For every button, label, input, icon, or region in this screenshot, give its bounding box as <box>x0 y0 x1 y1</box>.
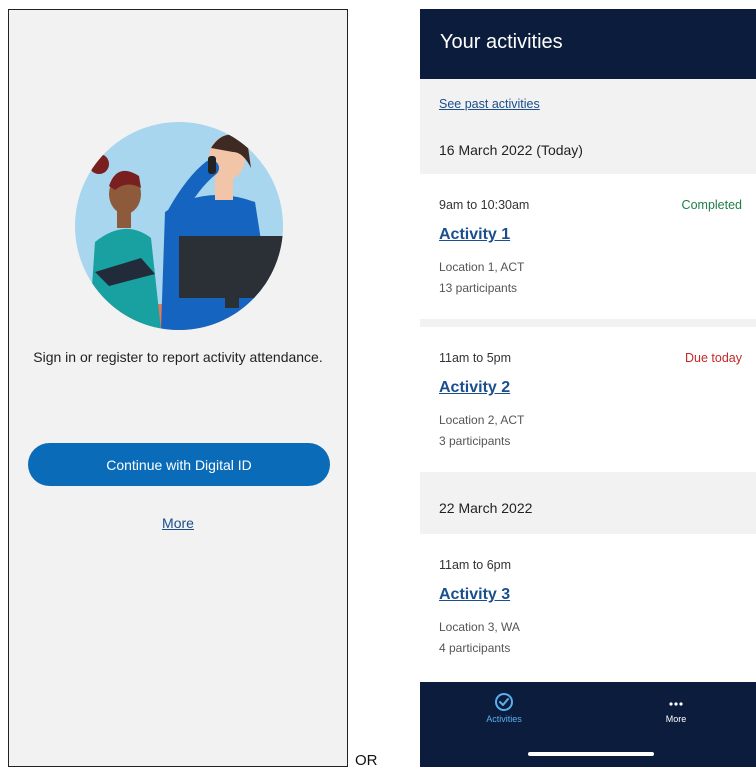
activity-card[interactable]: 11am to 5pm Due today Activity 2 Locatio… <box>420 327 756 472</box>
activity-participants: 13 participants <box>439 281 518 295</box>
activity-location: Location 2, ACT <box>439 413 525 427</box>
tab-label: More <box>665 714 687 724</box>
tab-activities[interactable]: Activities <box>454 692 554 724</box>
ellipsis-icon <box>669 702 683 706</box>
activity-participants: 3 participants <box>439 434 511 448</box>
activity-participants: 4 participants <box>439 641 511 655</box>
activity-location: Location 1, ACT <box>439 260 525 274</box>
activity-name-link[interactable]: Activity 2 <box>439 379 510 397</box>
people-at-computer-illustration <box>75 122 283 330</box>
sign-in-message: Sign in or register to report activity a… <box>33 349 323 365</box>
tab-more[interactable]: More <box>626 692 726 724</box>
status-badge: Completed <box>681 198 742 212</box>
activity-card[interactable]: 11am to 6pm Activity 3 Location 3, WA 4 … <box>420 534 756 682</box>
status-badge: Due today <box>685 351 742 365</box>
activity-time: 9am to 10:30am <box>439 198 530 212</box>
date-heading: 16 March 2022 (Today) <box>439 142 583 158</box>
bottom-tab-bar: Activities More <box>420 682 756 767</box>
activity-name-link[interactable]: Activity 1 <box>439 226 510 244</box>
sign-in-screen: Sign in or register to report activity a… <box>8 9 348 767</box>
continue-with-digital-id-button[interactable]: Continue with Digital ID <box>28 443 330 486</box>
activity-time: 11am to 6pm <box>439 558 512 572</box>
activity-card[interactable]: 9am to 10:30am Completed Activity 1 Loca… <box>420 174 756 319</box>
activities-list: See past activities 16 March 2022 (Today… <box>420 79 756 682</box>
activity-location: Location 3, WA <box>439 620 520 634</box>
tab-label: Activities <box>486 714 522 724</box>
more-link[interactable]: More <box>9 515 347 531</box>
date-heading: 22 March 2022 <box>439 500 533 516</box>
page-title: Your activities <box>440 31 563 53</box>
or-separator: OR <box>355 752 378 769</box>
home-indicator <box>528 752 654 756</box>
see-past-activities-link[interactable]: See past activities <box>439 97 540 111</box>
activities-screen: Your activities See past activities 16 M… <box>420 9 756 767</box>
activity-time: 11am to 5pm <box>439 351 512 365</box>
activity-name-link[interactable]: Activity 3 <box>439 586 510 604</box>
check-circle-icon <box>495 693 513 711</box>
app-header: Your activities <box>420 9 756 79</box>
